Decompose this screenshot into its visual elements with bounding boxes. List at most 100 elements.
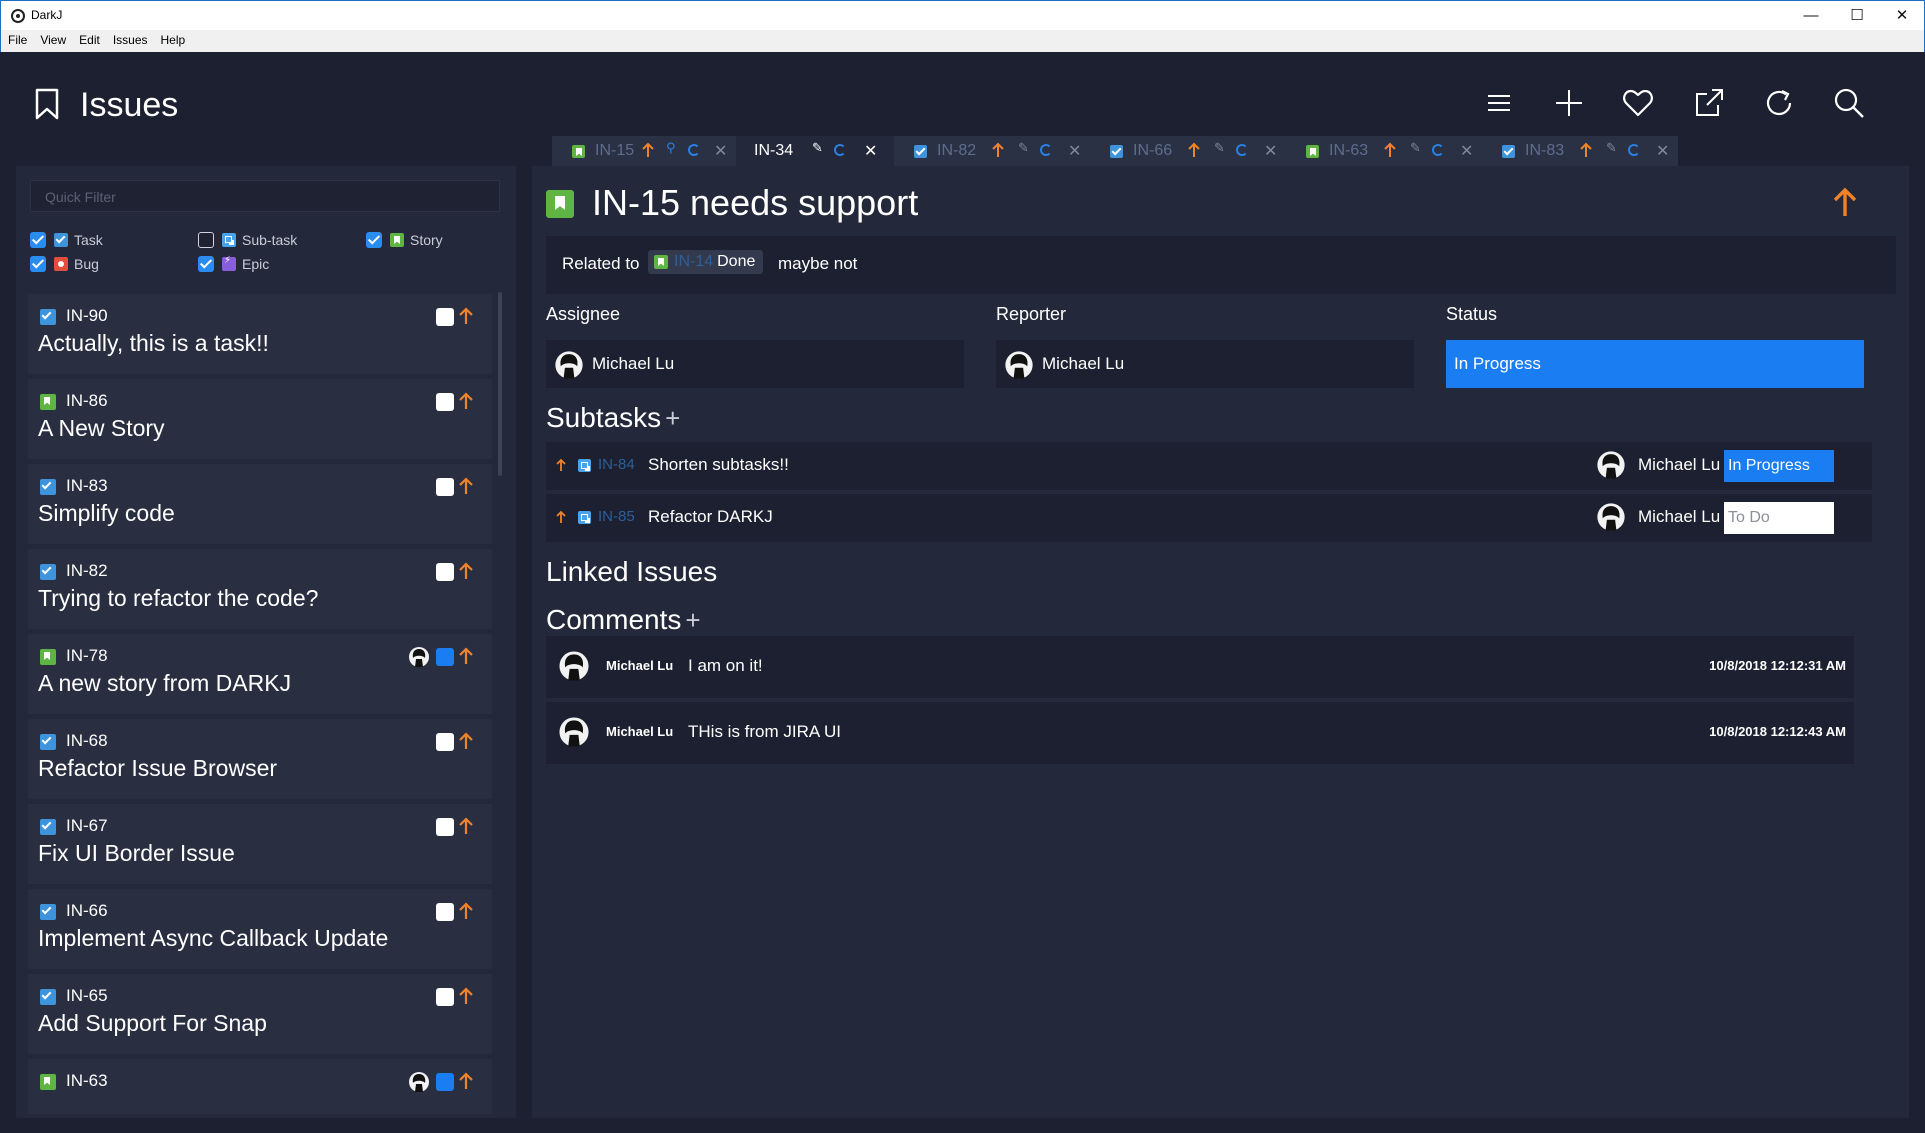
filter-story[interactable]: Story — [366, 230, 443, 250]
select-checkbox[interactable] — [436, 903, 454, 921]
tab-in-83[interactable]: IN-83 ✎ ✕ — [1482, 136, 1678, 166]
menu-icon[interactable] — [1482, 86, 1516, 120]
reporter-field[interactable]: Michael Lu — [996, 340, 1414, 388]
menu-file[interactable]: File — [1, 30, 33, 47]
issue-key: IN-90 — [66, 306, 108, 325]
priority-high-icon[interactable] — [1832, 186, 1858, 218]
quick-filter-input[interactable]: Quick Filter — [30, 180, 500, 212]
menu-edit[interactable]: Edit — [72, 30, 106, 47]
select-checkbox[interactable] — [436, 478, 454, 496]
heart-icon[interactable] — [1621, 86, 1655, 120]
comment-row[interactable]: Michael Lu I am on it! 10/8/2018 12:12:3… — [546, 636, 1854, 698]
checkbox-icon[interactable] — [30, 256, 46, 272]
subtask-key[interactable]: IN-84 — [598, 456, 635, 473]
priority-high-icon — [556, 510, 566, 523]
related-issue-chip[interactable]: IN-14 Done — [648, 250, 764, 274]
sync-icon[interactable] — [1432, 144, 1444, 156]
issue-card[interactable]: IN-68 Refactor Issue Browser — [28, 719, 492, 799]
maximize-button[interactable]: ☐ — [1837, 5, 1877, 27]
issue-card[interactable]: IN-82 Trying to refactor the code? — [28, 549, 492, 629]
external-link-icon[interactable] — [1692, 86, 1726, 120]
subtask-status-dropdown[interactable]: In Progress — [1724, 450, 1834, 482]
subtask-key[interactable]: IN-85 — [598, 508, 635, 525]
assignee-field[interactable]: Michael Lu — [546, 340, 964, 388]
filter-epic[interactable]: Epic — [198, 254, 269, 274]
issue-summary: Actually, this is a task!! — [38, 330, 269, 356]
tab-in-82[interactable]: IN-82 ✎ ✕ — [894, 136, 1090, 166]
pin-icon[interactable]: ✎ — [1606, 140, 1617, 156]
close-tab-icon[interactable]: ✕ — [864, 141, 877, 161]
task-icon — [40, 819, 56, 835]
subtask-status-dropdown[interactable]: To Do — [1724, 502, 1834, 534]
select-checkbox[interactable] — [436, 393, 454, 411]
search-icon[interactable] — [1832, 86, 1866, 120]
subtask-row[interactable]: IN-85 Refactor DARKJ Michael Lu To Do — [546, 494, 1872, 542]
issue-card[interactable]: IN-63 — [28, 1059, 492, 1114]
refresh-icon[interactable] — [1762, 86, 1796, 120]
subtask-assignee: Michael Lu — [1638, 507, 1721, 526]
sync-icon[interactable] — [834, 144, 846, 156]
select-checkbox[interactable] — [436, 648, 454, 666]
add-icon[interactable] — [1552, 86, 1586, 120]
comments-heading-label: Comments — [546, 604, 682, 635]
pin-icon[interactable]: ✎ — [812, 140, 823, 156]
priority-high-icon — [459, 1072, 473, 1089]
close-tab-icon[interactable]: ✕ — [1656, 141, 1669, 161]
menu-issues[interactable]: Issues — [106, 30, 154, 47]
tab-in-63[interactable]: IN-63 ✎ ✕ — [1286, 136, 1482, 166]
checkbox-icon[interactable] — [30, 232, 46, 248]
close-window-button[interactable]: ✕ — [1882, 5, 1922, 27]
issue-card[interactable]: IN-86 A New Story — [28, 379, 492, 459]
select-checkbox[interactable] — [436, 1073, 454, 1091]
issue-card[interactable]: IN-67 Fix UI Border Issue — [28, 804, 492, 884]
close-tab-icon[interactable]: ✕ — [714, 141, 727, 161]
close-tab-icon[interactable]: ✕ — [1068, 141, 1081, 161]
issue-card[interactable]: IN-65 Add Support For Snap — [28, 974, 492, 1054]
subtask-row[interactable]: IN-84 Shorten subtasks!! Michael Lu In P… — [546, 442, 1872, 490]
avatar — [555, 351, 583, 379]
issue-card[interactable]: IN-66 Implement Async Callback Update — [28, 889, 492, 969]
filter-bug[interactable]: Bug — [30, 254, 99, 274]
issue-card[interactable]: IN-90 Actually, this is a task!! — [28, 294, 492, 374]
menu-view[interactable]: View — [33, 30, 72, 47]
select-checkbox[interactable] — [436, 308, 454, 326]
tab-in-34[interactable]: IN-34 ✎ ✕ — [736, 136, 894, 166]
select-checkbox[interactable] — [436, 733, 454, 751]
tab-in-66[interactable]: IN-66 ✎ ✕ — [1090, 136, 1286, 166]
pin-icon[interactable]: ✎ — [1410, 140, 1421, 156]
tab-in-15[interactable]: IN-15 ⚲ ✕ — [552, 136, 736, 166]
add-comment-button[interactable]: + — [685, 605, 700, 635]
menu-help[interactable]: Help — [154, 30, 192, 47]
select-checkbox[interactable] — [436, 988, 454, 1006]
filter-task[interactable]: Task — [30, 230, 103, 250]
checkbox-icon[interactable] — [198, 232, 214, 248]
status-dropdown[interactable]: In Progress — [1446, 340, 1864, 388]
sync-icon[interactable] — [1628, 144, 1640, 156]
select-checkbox[interactable] — [436, 818, 454, 836]
select-checkbox[interactable] — [436, 563, 454, 581]
filter-subtask[interactable]: Sub-task — [198, 230, 297, 250]
pin-icon[interactable]: ✎ — [1214, 140, 1225, 156]
linked-issues-heading: Linked Issues — [546, 556, 718, 587]
list-scrollbar[interactable] — [498, 292, 502, 476]
issue-summary: Implement Async Callback Update — [38, 925, 389, 951]
sync-icon[interactable] — [1040, 144, 1052, 156]
add-subtask-button[interactable]: + — [665, 403, 680, 433]
story-icon — [654, 255, 668, 269]
pin-icon[interactable]: ✎ — [1018, 140, 1029, 156]
bookmark-icon — [35, 88, 59, 120]
checkbox-icon[interactable] — [366, 232, 382, 248]
issue-title[interactable]: IN-15 needs support — [592, 182, 918, 224]
issue-card[interactable]: IN-78 A new story from DARKJ — [28, 634, 492, 714]
checkbox-icon[interactable] — [198, 256, 214, 272]
minimize-button[interactable]: — — [1791, 5, 1831, 27]
sync-icon[interactable] — [688, 144, 700, 156]
close-tab-icon[interactable]: ✕ — [1264, 141, 1277, 161]
avatar — [559, 717, 589, 747]
comment-row[interactable]: Michael Lu THis is from JIRA UI 10/8/201… — [546, 702, 1854, 764]
pin-icon[interactable]: ⚲ — [666, 140, 676, 156]
close-tab-icon[interactable]: ✕ — [1460, 141, 1473, 161]
task-icon — [40, 479, 56, 495]
sync-icon[interactable] — [1236, 144, 1248, 156]
issue-card[interactable]: IN-83 Simplify code — [28, 464, 492, 544]
